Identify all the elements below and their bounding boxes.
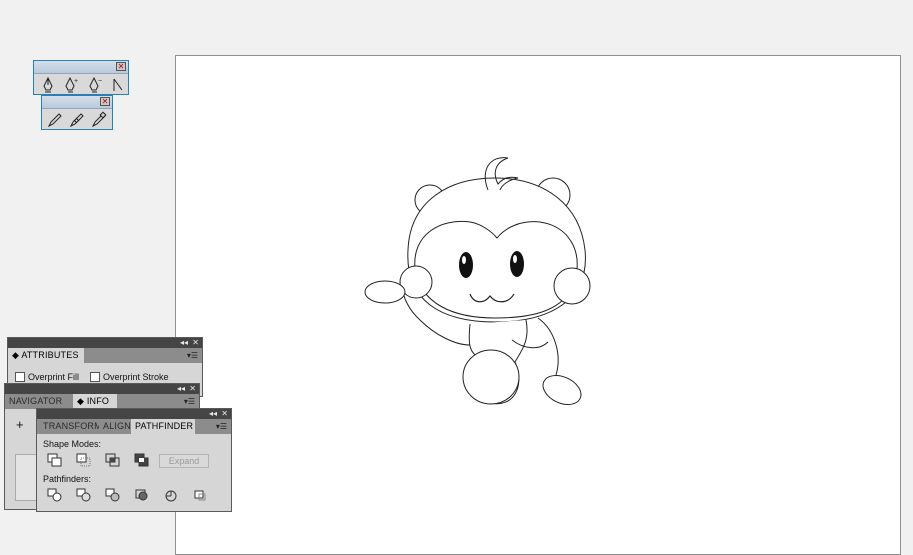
panel-header[interactable] [5, 384, 199, 394]
divide-icon[interactable] [47, 488, 63, 502]
overprint-fill-label: Overprint Fill [28, 372, 80, 382]
tab-transform[interactable]: TRANSFORM [39, 419, 99, 434]
add-anchor-point-icon[interactable]: + [62, 76, 80, 94]
merge-icon[interactable] [105, 488, 121, 502]
svg-text:−: − [98, 78, 102, 85]
path-eraser-tool-icon[interactable] [90, 111, 108, 129]
intersect-icon[interactable] [105, 453, 121, 467]
svg-text:+: + [74, 78, 78, 85]
collapse-icon[interactable]: ◂◂ [180, 338, 188, 348]
panel-header[interactable] [37, 409, 231, 419]
overprint-stroke-checkbox[interactable] [90, 372, 100, 382]
tab-attributes[interactable]: ◆ ATTRIBUTES [8, 348, 84, 363]
monkey-left-eye [459, 252, 473, 278]
panel-menu-icon[interactable]: ▾☰ [184, 397, 195, 406]
close-icon[interactable]: ✕ [221, 409, 228, 419]
crosshair-icon: + [16, 417, 24, 432]
panel-tabs: TRANSFORM ALIGN PATHFINDER [37, 419, 231, 434]
panel-menu-icon[interactable]: ▾☰ [187, 351, 198, 360]
close-icon[interactable]: ✕ [116, 62, 126, 71]
pencil-tools-tearoff[interactable]: ✕ [41, 95, 113, 130]
minus-front-icon[interactable] [76, 453, 92, 467]
monkey-left-hand [364, 280, 406, 304]
convert-anchor-point-icon[interactable] [109, 76, 127, 94]
panel-tabs: NAVIGATOR ◆ INFO [5, 394, 199, 409]
tab-align[interactable]: ALIGN [99, 419, 131, 434]
pencil-tool-icon[interactable] [46, 111, 64, 129]
monkey-right-eye [510, 251, 524, 277]
outline-icon[interactable] [163, 488, 179, 502]
monkey-belly [462, 349, 520, 405]
overprint-fill-checkbox[interactable] [15, 372, 25, 382]
monkey-right-foot [542, 374, 582, 406]
panel-tabs: ◆ ATTRIBUTES [8, 348, 202, 363]
pathfinder-panel[interactable]: ◂◂ ✕ TRANSFORM ALIGN PATHFINDER ▾☰ Shape… [36, 408, 232, 512]
close-icon[interactable]: ✕ [100, 97, 110, 106]
panel-header[interactable] [8, 338, 202, 348]
monkey-right-cheek [553, 267, 591, 305]
pen-tools-tearoff[interactable]: ✕ + − [33, 60, 129, 95]
unite-icon[interactable] [47, 453, 63, 467]
overprint-stroke-label: Overprint Stroke [103, 372, 169, 382]
shape-modes-label: Shape Modes: [43, 439, 102, 449]
expand-button[interactable]: Expand [159, 454, 209, 468]
close-icon[interactable]: ✕ [192, 338, 199, 348]
collapse-icon[interactable]: ◂◂ [209, 409, 217, 419]
crop-icon[interactable] [134, 488, 150, 502]
tab-navigator[interactable]: NAVIGATOR [5, 394, 73, 409]
close-icon[interactable]: ✕ [189, 384, 196, 394]
smooth-tool-icon[interactable] [68, 111, 86, 129]
tab-info[interactable]: ◆ INFO [73, 394, 117, 409]
tab-pathfinder[interactable]: PATHFINDER [131, 419, 195, 434]
tab-label: ATTRIBUTES [21, 350, 79, 360]
panel-menu-icon[interactable]: ▾☰ [216, 422, 227, 431]
pathfinders-label: Pathfinders: [43, 474, 92, 484]
pen-tool-icon[interactable] [39, 76, 57, 94]
tearoff-titlebar[interactable] [34, 61, 128, 74]
delete-anchor-point-icon[interactable]: − [86, 76, 104, 94]
minus-back-icon[interactable] [192, 488, 208, 502]
exclude-icon[interactable] [134, 453, 150, 467]
collapse-icon[interactable]: ◂◂ [177, 384, 185, 394]
tab-label: INFO [86, 396, 110, 406]
trim-icon[interactable] [76, 488, 92, 502]
